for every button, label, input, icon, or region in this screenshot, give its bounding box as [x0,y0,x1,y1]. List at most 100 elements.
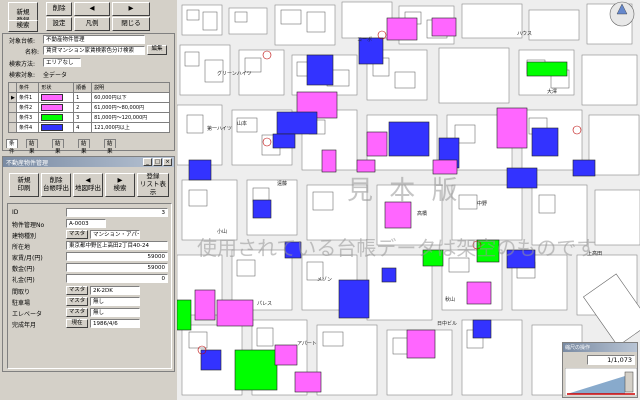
field-label: エレベータ [12,311,43,318]
legend-button[interactable]: 凡例 [74,17,110,31]
map-label: 遠藤 [277,181,288,187]
map-label: メゾン [317,277,333,283]
ledger-next-search-button[interactable]: ▶ 検索 [105,173,135,197]
map-view[interactable]: 遠藤 大澤 高橋 山本 メゾン 中野 小山 秋山 第一ハイツ コーポ グリーンハ… [177,0,640,400]
edit-button[interactable]: 編集 [147,45,167,55]
desc-value: 61,000円～80,000円 [91,102,170,113]
table-row[interactable]: ▶ 条件1 1 60,000円以下 [8,92,170,103]
col-header-order: 順番 [73,82,93,93]
field-building-type[interactable]: マンション・アパート [90,230,140,239]
field-address[interactable]: 東京都中野区上高田2丁目40-24 [66,241,168,250]
tab-result4[interactable]: 結果4 [104,139,116,163]
field-label: 物件管理No [12,222,45,229]
field-completion[interactable]: 1986/4/6 [90,319,140,328]
color-swatch [41,114,64,121]
next-button[interactable]: ▶ [112,2,150,16]
method-select[interactable]: エリアなし [43,58,81,67]
map-label: 秋山 [445,297,456,303]
scale-title: 縮尺の操作 [565,345,591,351]
field-rent[interactable]: 59000 [66,252,168,261]
scale-value-field[interactable]: 1/1,073 [587,355,635,365]
delete-label: 削除 [52,4,66,13]
set-label: 設定 [52,19,66,28]
field-label: 間取り [12,289,31,296]
tab-result3[interactable]: 結果3 [78,139,90,163]
map-label: 山本 [237,121,248,127]
field-deposit[interactable]: 59000 [66,263,168,272]
field-id[interactable]: 3 [66,208,168,217]
field-label: 礼金(円) [12,277,35,284]
map-label: 大澤 [547,89,558,95]
condition-name: 条件1 [15,92,40,103]
watermark-sample: 見 本 版 [347,176,462,206]
name-select[interactable]: 賃貸マンション家賃検索色分け検索 [43,46,145,55]
order-value: 1 [73,92,93,103]
order-value: 4 [73,122,93,133]
ledger-new-print-button[interactable]: 新規 印刷 [9,173,39,197]
tab-result2[interactable]: 結果2 [52,139,64,163]
table-row[interactable]: 条件2 2 61,000円～80,000円 [8,102,170,113]
master-button[interactable]: マスタ [66,308,88,317]
color-swatch [41,104,64,111]
order-value: 2 [73,102,93,113]
field-label: 完成年月 [12,322,37,329]
ledger-titlebar[interactable]: 不動産物件管理 _ □ × [3,157,174,167]
watermark-notice: 使用されている台帳データは架空のものです [197,236,597,260]
master-button[interactable]: マスタ [66,286,88,295]
scale-titlebar[interactable]: 縮尺の操作 [563,343,637,352]
next-arrow-icon: ▶ [128,4,134,13]
field-layout[interactable]: 2K-2DK [90,286,140,295]
minimize-button[interactable]: _ [143,158,152,166]
close-button[interactable]: 閉じる [112,17,150,31]
map-label: グリーンハイツ [217,71,252,77]
method-label: 検索方法: [9,61,36,68]
field-label: 敷金(円) [12,266,35,273]
col-header-condition: 条件 [15,82,40,93]
map-label: ハウス [517,31,533,37]
target-select[interactable]: 不動産物件管理 [43,35,145,44]
delete-button[interactable]: 削除 [46,2,72,16]
col-header-shape: 形状 [38,82,75,93]
ledger-title: 不動産物件管理 [6,160,49,167]
field-property-no[interactable]: A-0003 [66,219,106,228]
desc-value: 121,000円以上 [91,122,170,133]
scale-slider[interactable] [565,368,637,396]
map-label: 日中ビル [437,321,458,327]
ledger-btn-line2: 検索 [113,184,127,192]
ledger-delete-call-button[interactable]: 削除 台帳呼出 [41,173,71,197]
condition-table: 条件 形状 順番 説明 ▶ 条件1 1 60,000円以下 条件2 2 61,0… [8,82,170,133]
window-close-button[interactable]: × [163,158,172,166]
ledger-btn-line2: 台帳呼出 [43,184,69,192]
set-button[interactable]: 設定 [46,17,72,31]
legend-label: 凡例 [85,19,99,28]
target-label: 対象台帳: [9,38,36,45]
field-key-money[interactable]: 0 [66,274,168,283]
ledger-btn-line2: リスト表示 [140,180,166,196]
table-row[interactable]: 条件3 3 81,000円～120,000円 [8,112,170,123]
now-button[interactable]: 現在 [66,319,88,328]
ledger-prev-map-button[interactable]: ◀ 地図呼出 [73,173,103,197]
condition-name: 条件3 [15,112,40,123]
table-row[interactable]: 条件4 4 121,000円以上 [8,122,170,133]
search-button[interactable]: 検索 [8,20,38,32]
master-button[interactable]: マスタ [66,297,88,306]
master-button[interactable]: マスタ [66,230,88,239]
field-label: 家賃/月(円) [12,255,43,262]
desc-value: 81,000円～120,000円 [91,112,170,123]
target2-label: 検索対象: [9,72,36,79]
map-label: 中野 [477,201,488,207]
maximize-button[interactable]: □ [153,158,162,166]
field-label: 建物種別 [12,233,37,240]
field-label: 駐車場 [12,300,31,307]
search-label: 検索 [16,21,30,30]
prev-button[interactable]: ◀ [74,2,110,16]
ledger-btn-line2: 印刷 [17,184,31,192]
field-elevator[interactable]: 無し [90,308,140,317]
tab-condition[interactable]: 条件 [6,139,18,155]
field-label: ID [12,209,19,216]
col-header-desc: 説明 [91,82,170,93]
tab-result1[interactable]: 結果1 [26,139,38,163]
ledger-register-list-button[interactable]: 登録 リスト表示 [137,173,169,197]
map-label: パレス [257,301,273,307]
field-parking[interactable]: 無し [90,297,140,306]
